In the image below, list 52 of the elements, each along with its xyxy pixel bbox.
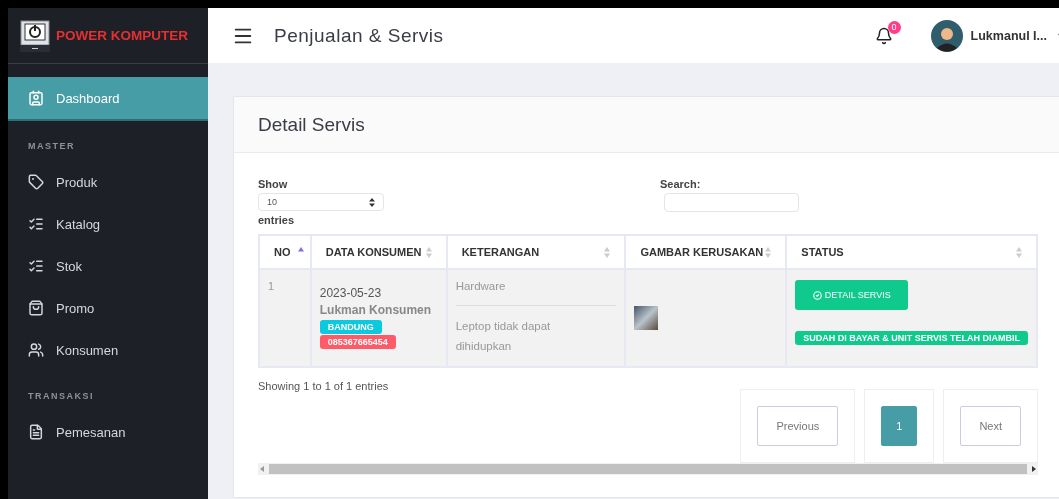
sidebar-item[interactable]: Katalog bbox=[8, 203, 208, 245]
sidebar-item[interactable]: Konsumen bbox=[8, 329, 208, 371]
brand-name: POWER KOMPUTER bbox=[56, 28, 188, 43]
card-title: Detail Servis bbox=[234, 97, 1059, 153]
laptop-power-logo-icon bbox=[20, 19, 50, 52]
sidebar-item[interactable]: Produk bbox=[8, 161, 208, 203]
notification-count: 0 bbox=[887, 20, 901, 34]
photo-placeholder[interactable] bbox=[634, 306, 659, 330]
sidebar-item[interactable]: Stok bbox=[8, 245, 208, 287]
sidebar-item[interactable]: Pemesanan bbox=[8, 411, 208, 453]
document-icon bbox=[28, 424, 44, 440]
entries-info: Showing 1 to 1 of 1 entries bbox=[258, 380, 390, 392]
column-header[interactable]: KETERANGAN bbox=[461, 246, 540, 258]
show-label: Show bbox=[258, 178, 289, 190]
phone-tag: 085367665454 bbox=[319, 335, 396, 349]
notification-bell-icon[interactable] bbox=[874, 26, 893, 45]
horizontal-scrollbar[interactable] bbox=[258, 463, 1038, 475]
sort-icon[interactable] bbox=[765, 246, 772, 258]
sort-icon[interactable] bbox=[1016, 246, 1022, 258]
check-circle-icon bbox=[812, 290, 822, 300]
bag-icon bbox=[28, 300, 44, 316]
avatar-icon[interactable] bbox=[930, 19, 963, 52]
sidebar-item[interactable]: Promo bbox=[8, 287, 208, 329]
column-header[interactable]: NO bbox=[274, 246, 291, 258]
search-label: Search: bbox=[660, 178, 702, 190]
checklist-icon bbox=[28, 258, 44, 274]
pagination-button[interactable]: Next bbox=[960, 406, 1021, 446]
dashboard-icon bbox=[28, 90, 44, 106]
customer-name: Lukman Konsumen bbox=[319, 303, 433, 317]
description-text: Leptop tidak dapat dihidupkan bbox=[455, 319, 552, 354]
user-name[interactable]: Lukmanul I... bbox=[970, 28, 1047, 43]
status-tag: SUDAH DI BAYAR & UNIT SERVIS TELAH DIAMBIL bbox=[795, 331, 1028, 345]
pagination-button[interactable]: Previous bbox=[757, 406, 839, 446]
category-text: Hardware bbox=[455, 280, 507, 292]
row-number: 1 bbox=[268, 280, 276, 292]
tag-icon bbox=[28, 174, 44, 190]
sidebar-heading: MASTER bbox=[27, 140, 76, 153]
checklist-icon bbox=[28, 216, 44, 232]
scroll-left-icon[interactable] bbox=[258, 465, 266, 473]
sort-icon[interactable] bbox=[604, 246, 611, 258]
entries-select[interactable]: 10 bbox=[258, 193, 384, 211]
sort-icon[interactable] bbox=[425, 246, 432, 258]
column-header[interactable]: STATUS bbox=[801, 246, 844, 258]
sidebar-heading: TRANSAKSI bbox=[27, 390, 95, 403]
service-date: 2023-05-23 bbox=[319, 286, 383, 300]
scroll-right-icon[interactable] bbox=[1030, 465, 1038, 473]
search-field[interactable] bbox=[664, 193, 799, 212]
page-title: Penjualan & Servis bbox=[274, 24, 445, 47]
users-icon bbox=[28, 342, 44, 358]
entries-label: entries bbox=[258, 214, 296, 226]
city-tag: BANDUNG bbox=[319, 320, 382, 334]
sort-updown-icon bbox=[369, 197, 375, 207]
